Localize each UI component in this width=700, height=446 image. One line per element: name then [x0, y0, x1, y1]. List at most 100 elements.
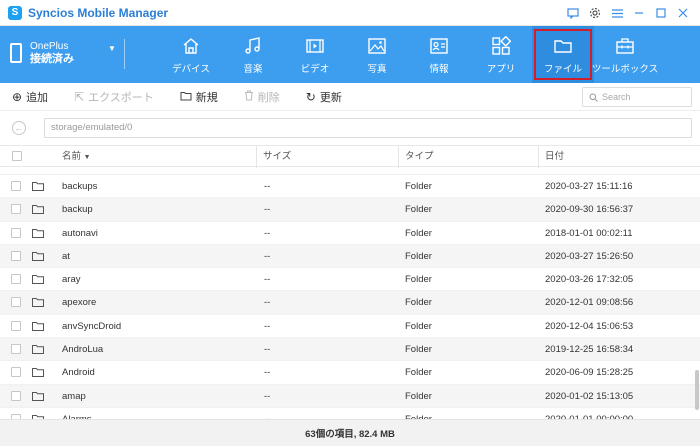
app-logo-icon: S: [8, 5, 22, 20]
nav-item-photo[interactable]: 写真: [346, 26, 408, 83]
file-name: AndroLua: [62, 344, 104, 356]
row-checkbox[interactable]: [11, 367, 21, 378]
path-bar: ← storage/emulated/0: [0, 111, 700, 145]
file-name: Android: [62, 367, 95, 379]
search-box[interactable]: [582, 87, 692, 107]
table-row[interactable]: Android -- Folder 2020-06-09 15:28:25: [0, 361, 700, 385]
refresh-button[interactable]: ↻ 更新: [306, 89, 342, 105]
row-checkbox[interactable]: [11, 204, 21, 215]
path-field[interactable]: storage/emulated/0: [44, 118, 692, 138]
table-row-partial: [0, 167, 700, 175]
nav-label: ファイル: [543, 64, 582, 75]
action-bar: ⊕ 追加 ⇱ エクスポート 新規 削除 ↻ 更新: [0, 83, 700, 111]
window-controls: [562, 0, 694, 26]
column-type-header[interactable]: タイプ: [398, 146, 538, 168]
add-button[interactable]: ⊕ 追加: [12, 89, 48, 105]
folder-icon: [32, 251, 44, 261]
nav-item-files[interactable]: ファイル: [532, 26, 594, 83]
scrollbar[interactable]: [695, 370, 699, 410]
toolbox-icon: [616, 38, 634, 54]
file-type: Folder: [405, 250, 432, 262]
nav-item-toolbox[interactable]: ツールボックス: [592, 26, 658, 83]
table-row[interactable]: at -- Folder 2020-03-27 15:26:50: [0, 244, 700, 269]
delete-button[interactable]: 削除: [244, 89, 280, 105]
file-date: 2020-12-04 15:06:53: [545, 320, 634, 332]
search-icon: [589, 93, 598, 102]
file-type: Folder: [405, 320, 432, 332]
nav-label: 情報: [429, 64, 449, 75]
table-row[interactable]: apexore -- Folder 2020-12-01 09:08:56: [0, 291, 700, 315]
nav-item-apps[interactable]: アプリ: [470, 26, 532, 83]
row-checkbox[interactable]: [11, 390, 21, 401]
folder-icon: [32, 391, 44, 401]
nav-item-video[interactable]: ビデオ: [284, 26, 346, 83]
row-checkbox[interactable]: [11, 181, 21, 191]
file-size: --: [264, 367, 271, 379]
file-size: --: [264, 181, 271, 192]
close-icon[interactable]: [672, 2, 694, 24]
feedback-icon[interactable]: [562, 2, 584, 24]
folder-icon: [32, 182, 44, 191]
file-type: Folder: [405, 390, 432, 402]
column-size-header[interactable]: サイズ: [256, 146, 396, 168]
table-row[interactable]: backup -- Folder 2020-09-30 16:56:37: [0, 198, 700, 222]
new-folder-button[interactable]: 新規: [180, 89, 218, 105]
row-checkbox[interactable]: [11, 274, 21, 285]
app-title: Syncios Mobile Manager: [28, 5, 169, 20]
table-row[interactable]: autonavi -- Folder 2018-01-01 00:02:11: [0, 221, 700, 245]
row-checkbox[interactable]: [11, 227, 21, 238]
file-type: Folder: [405, 274, 432, 286]
folder-icon: [32, 275, 44, 285]
file-name: backups: [62, 181, 98, 192]
back-arrow-icon[interactable]: ←: [12, 121, 26, 135]
table-row[interactable]: backups -- Folder 2020-03-27 15:11:16: [0, 175, 700, 199]
export-button[interactable]: ⇱ エクスポート: [74, 89, 154, 105]
column-date-header[interactable]: 日付: [538, 146, 700, 168]
photo-icon: [368, 38, 386, 54]
select-all-checkbox[interactable]: [12, 151, 22, 161]
row-checkbox[interactable]: [11, 250, 21, 261]
folder-icon: [32, 228, 44, 238]
row-checkbox[interactable]: [11, 320, 21, 331]
row-checkbox[interactable]: [11, 344, 21, 355]
file-type: Folder: [405, 297, 432, 309]
file-size: --: [264, 204, 271, 216]
file-type: Folder: [405, 181, 432, 192]
file-date: 2018-01-01 00:02:11: [545, 227, 633, 239]
folder-icon: [32, 345, 44, 355]
search-input[interactable]: [602, 92, 690, 102]
nav-item-info[interactable]: 情報: [408, 26, 470, 83]
file-size: --: [264, 344, 271, 356]
table-row[interactable]: amap -- Folder 2020-01-02 15:13:05: [0, 384, 700, 408]
row-checkbox[interactable]: [11, 297, 21, 308]
menu-icon[interactable]: [606, 2, 628, 24]
chevron-down-icon[interactable]: ▼: [108, 44, 116, 53]
folder-icon: [32, 368, 44, 378]
device-status: 接続済み: [30, 53, 74, 65]
contact-icon: [430, 38, 448, 54]
table-row[interactable]: AndroLua -- Folder 2019-12-25 16:58:34: [0, 338, 700, 362]
nav-item-music[interactable]: 音楽: [222, 26, 284, 83]
folder-icon: [32, 321, 44, 331]
device-selector[interactable]: OnePlus 接続済み: [10, 40, 74, 66]
maximize-icon[interactable]: [650, 2, 672, 24]
file-date: 2020-09-30 16:56:37: [545, 204, 634, 216]
table-row[interactable]: Alarms -- Folder 2020-01-01 00:00:00: [0, 407, 700, 419]
table-row[interactable]: anvSyncDroid -- Folder 2020-12-04 15:06:53: [0, 314, 700, 339]
file-size: --: [264, 227, 271, 239]
minimize-icon[interactable]: [628, 2, 650, 24]
status-bar: 63個の項目, 82.4 MB: [0, 419, 700, 446]
table-row[interactable]: aray -- Folder 2020-03-26 17:32:05: [0, 268, 700, 292]
file-type: Folder: [405, 344, 432, 356]
file-type: Folder: [405, 227, 432, 239]
nav-label: 音楽: [243, 64, 263, 75]
file-size: --: [264, 390, 271, 402]
main-nav: デバイス 音楽 ビデオ 写真 情報 アプリ ファイル ツールボックス: [160, 26, 658, 83]
nav-item-device[interactable]: デバイス: [160, 26, 222, 83]
settings-gear-icon[interactable]: [584, 2, 606, 24]
title-bar: S Syncios Mobile Manager: [0, 0, 700, 26]
nav-label: ビデオ: [300, 64, 330, 75]
column-name-header[interactable]: 名前 ▼: [56, 146, 256, 168]
video-icon: [306, 39, 324, 53]
file-date: 2020-01-01 00:00:00: [545, 408, 633, 419]
